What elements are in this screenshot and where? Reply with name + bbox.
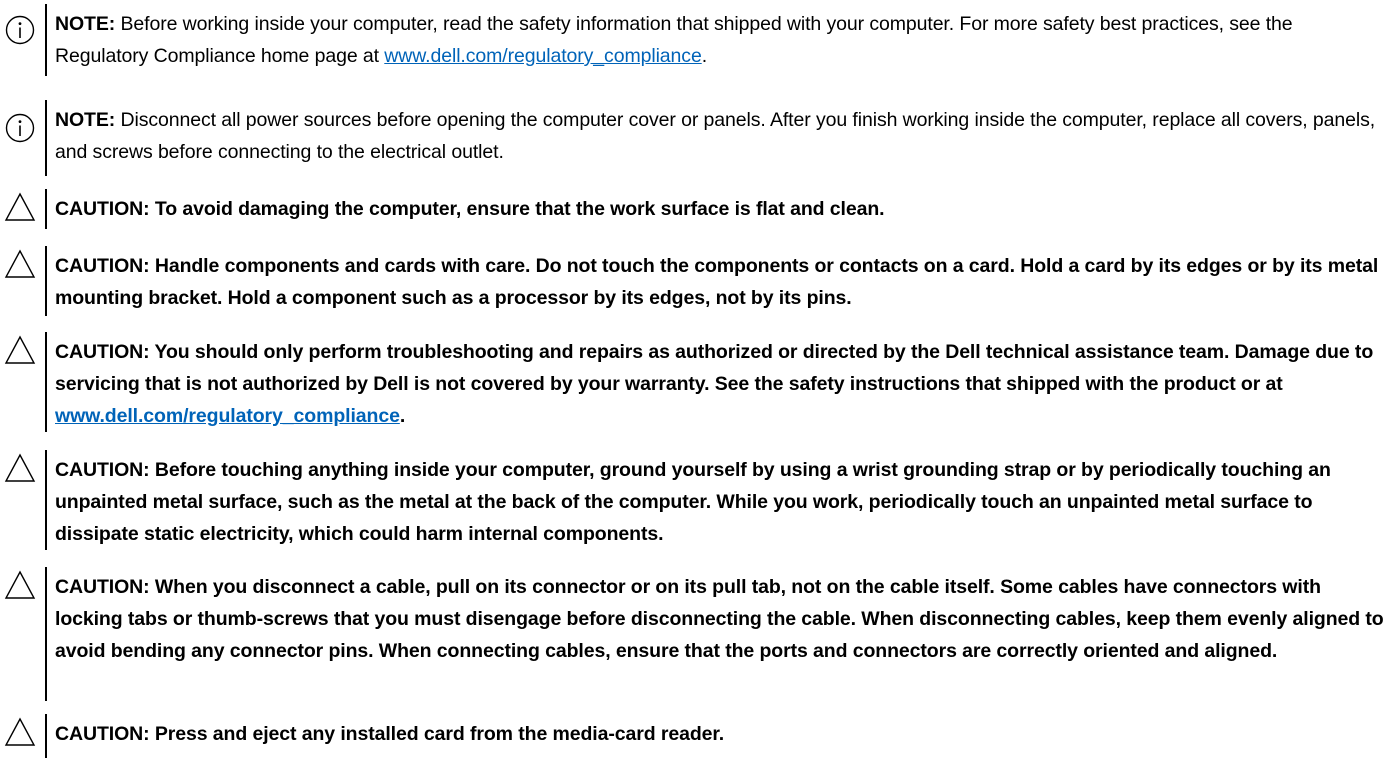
caution-text: CAUTION: You should only perform trouble… (55, 336, 1390, 432)
caution-rule (45, 714, 47, 758)
caution-body: CAUTION: Press and eject any installed c… (55, 723, 725, 745)
caution-text: CAUTION: To avoid damaging the computer,… (55, 193, 1390, 225)
safety-instructions-document: NOTE: Before working inside your compute… (0, 0, 1397, 760)
regulatory-compliance-link[interactable]: www.dell.com/regulatory_compliance (55, 405, 400, 427)
caution-body: CAUTION: Handle components and cards wit… (55, 255, 1379, 309)
caution-rule (45, 246, 47, 316)
regulatory-compliance-link[interactable]: www.dell.com/regulatory_compliance (384, 45, 702, 67)
caution-rule (45, 189, 47, 229)
note-label: NOTE: (55, 109, 116, 131)
note-text: NOTE: Disconnect all power sources befor… (55, 104, 1390, 168)
caution-body: CAUTION: When you disconnect a cable, pu… (55, 576, 1384, 662)
note-rule (45, 4, 47, 76)
info-circle-icon (4, 112, 36, 144)
caution-text: CAUTION: Press and eject any installed c… (55, 718, 1390, 750)
caution-disconnect-cable: CAUTION: When you disconnect a cable, pu… (0, 565, 1397, 701)
warning-triangle-icon (4, 569, 36, 601)
note-safety-info: NOTE: Before working inside your compute… (0, 0, 1397, 80)
caution-body: CAUTION: Before touching anything inside… (55, 459, 1331, 545)
caution-rule (45, 567, 47, 701)
warning-triangle-icon (4, 191, 36, 223)
caution-text: CAUTION: When you disconnect a cable, pu… (55, 571, 1390, 667)
note-suffix: . (701, 45, 708, 67)
caution-text: CAUTION: Handle components and cards wit… (55, 250, 1390, 314)
note-rule (45, 100, 47, 176)
caution-eject-card: CAUTION: Press and eject any installed c… (0, 712, 1397, 758)
caution-ground-yourself: CAUTION: Before touching anything inside… (0, 448, 1397, 552)
caution-body: CAUTION: To avoid damaging the computer,… (55, 198, 885, 220)
caution-authorized-repairs: CAUTION: You should only perform trouble… (0, 330, 1397, 434)
caution-body: CAUTION: You should only perform trouble… (55, 341, 1374, 395)
caution-suffix: . (399, 405, 406, 427)
note-body: Disconnect all power sources before open… (55, 109, 1376, 163)
warning-triangle-icon (4, 716, 36, 748)
warning-triangle-icon (4, 248, 36, 280)
caution-rule (45, 332, 47, 432)
caution-text: CAUTION: Before touching anything inside… (55, 454, 1390, 550)
note-label: NOTE: (55, 13, 116, 35)
caution-work-surface: CAUTION: To avoid damaging the computer,… (0, 187, 1397, 231)
caution-rule (45, 450, 47, 550)
warning-triangle-icon (4, 334, 36, 366)
note-disconnect-power: NOTE: Disconnect all power sources befor… (0, 98, 1397, 178)
note-text: NOTE: Before working inside your compute… (55, 8, 1390, 72)
warning-triangle-icon (4, 452, 36, 484)
caution-handle-components: CAUTION: Handle components and cards wit… (0, 244, 1397, 316)
info-circle-icon (4, 14, 36, 46)
